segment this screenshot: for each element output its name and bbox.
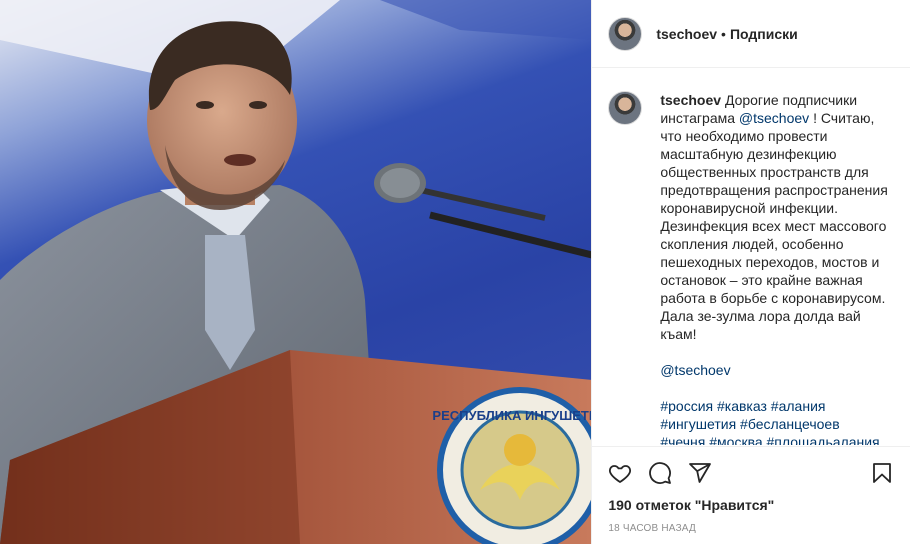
bookmark-icon[interactable] [870, 461, 894, 485]
comment-icon[interactable] [648, 461, 672, 485]
post-timestamp[interactable]: 18 часов назад [608, 523, 894, 534]
hashtags: #россия #кавказ #алания #ингушетия #бесл… [660, 397, 896, 445]
emblem-text: РЕСПУБЛИКА ИНГУШЕТИЯ [432, 408, 591, 423]
hashtags-line-1[interactable]: #россия #кавказ #алания [660, 397, 896, 415]
heart-icon[interactable] [608, 461, 632, 485]
post-header: tsechoev • Подписки [592, 0, 910, 68]
comments-area[interactable]: tsechoev Дорогие подписчики инстаграма @… [592, 69, 910, 445]
following-button[interactable]: Подписки [730, 26, 798, 42]
caption-text: tsechoev Дорогие подписчики инстаграма @… [660, 91, 896, 445]
likes-count[interactable]: 190 отметок "Нравится" [608, 497, 894, 513]
speaker-illustration: РЕСПУБЛИКА ИНГУШЕТИЯ [0, 0, 592, 544]
post-photo[interactable]: РЕСПУБЛИКА ИНГУШЕТИЯ [0, 0, 592, 544]
caption-avatar[interactable] [608, 91, 643, 125]
caption-mention-link[interactable]: @tsechoev [739, 110, 809, 126]
caption-row: tsechoev Дорогие подписчики инстаграма @… [608, 91, 898, 445]
hashtags-line-3[interactable]: #чечня #москва #площадьалания [660, 433, 896, 445]
share-icon[interactable] [688, 461, 712, 485]
hashtags-line-2[interactable]: #ингушетия #бесланцечоев [660, 415, 896, 433]
caption-mention-line[interactable]: @tsechoev [660, 361, 896, 379]
avatar[interactable] [608, 16, 643, 51]
instagram-post: РЕСПУБЛИКА ИНГУШЕТИЯ tsechoev • Подписки… [0, 0, 910, 544]
action-icons [608, 459, 894, 487]
header-username[interactable]: tsechoev [656, 26, 717, 42]
caption-text-after: ! Считаю, что необходимо провести масшта… [660, 110, 888, 342]
header-separator: • [721, 25, 726, 42]
post-actions: 190 отметок "Нравится" 18 часов назад [592, 446, 910, 544]
caption-username[interactable]: tsechoev [660, 92, 721, 108]
post-side-panel: tsechoev • Подписки tsechoev Дорогие под… [591, 0, 910, 544]
